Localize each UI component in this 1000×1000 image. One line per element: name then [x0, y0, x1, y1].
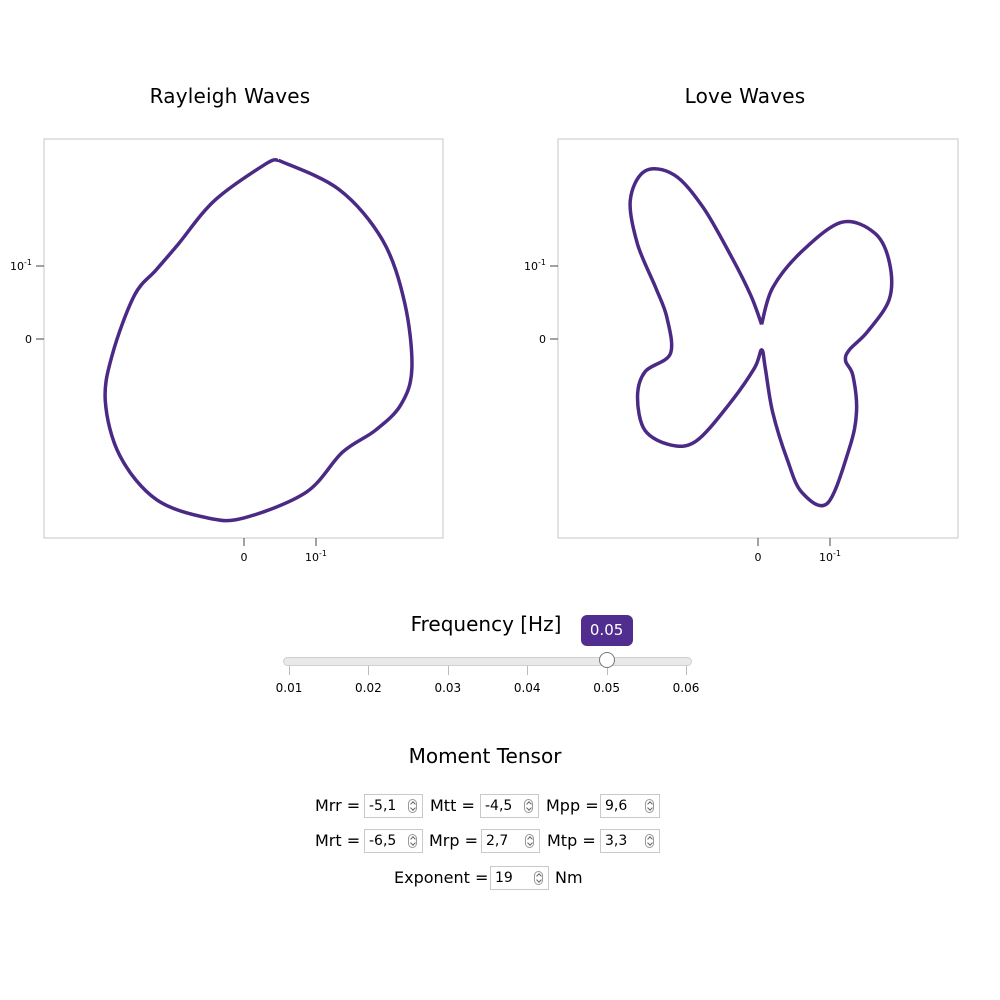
slider-tick-label: 0.02	[355, 681, 382, 695]
mpp-value: 9,6	[605, 798, 628, 814]
frequency-slider-handle[interactable]	[598, 652, 615, 668]
mtp-label: Mtp =	[547, 831, 596, 850]
exponent-value: 19	[495, 870, 513, 886]
love-plot: 10-1 0 0 10-1	[524, 138, 959, 564]
love-x-tick-label: 0	[755, 551, 762, 564]
mtp-value: 3,3	[605, 833, 628, 849]
love-x-tick-label: 10-1	[819, 549, 841, 564]
slider-tick-mark	[527, 666, 529, 675]
mrt-label: Mrt =	[315, 831, 361, 850]
mrp-value: 2,7	[486, 833, 509, 849]
mrp-input[interactable]: 2,7	[481, 829, 540, 853]
mtt-label: Mtt =	[430, 796, 475, 815]
spinner-icon[interactable]	[534, 871, 543, 885]
spinner-icon[interactable]	[408, 834, 417, 848]
exponent-input[interactable]: 19	[490, 866, 549, 890]
slider-tick-mark	[368, 666, 370, 675]
slider-value-badge: 0.05	[580, 615, 633, 646]
frequency-title: Frequency [Hz]	[410, 612, 562, 636]
mrr-input[interactable]: -5,1	[364, 794, 423, 818]
slider-tick-mark	[686, 666, 687, 675]
spinner-icon[interactable]	[645, 834, 654, 848]
moment-tensor-title: Moment Tensor	[408, 744, 562, 768]
spinner-icon[interactable]	[645, 799, 654, 813]
mrt-value: -6,5	[369, 833, 397, 849]
mpp-label: Mpp =	[546, 796, 599, 815]
slider-tick-label: 0.06	[672, 681, 700, 695]
spinner-icon[interactable]	[524, 799, 533, 813]
exponent-unit: Nm	[555, 868, 583, 887]
mrr-label: Mrr =	[315, 796, 361, 815]
slider-tick-mark	[289, 666, 290, 675]
love-series-line	[628, 167, 894, 508]
mrp-label: Mrp =	[429, 831, 479, 850]
love-y-tick-label: 10-1	[524, 258, 546, 273]
spinner-icon[interactable]	[525, 834, 534, 848]
exponent-label: Exponent =	[394, 868, 489, 887]
spinner-icon[interactable]	[408, 799, 417, 813]
mrr-value: -5,1	[369, 798, 397, 814]
mtp-input[interactable]: 3,3	[600, 829, 660, 853]
love-plot-frame	[557, 138, 959, 539]
mtt-value: -4,5	[485, 798, 513, 814]
slider-tick-label: 0.05	[593, 681, 620, 695]
love-y-tick-label: 0	[539, 333, 546, 346]
slider-tick-mark	[447, 666, 449, 675]
slider-tick-label: 0.04	[513, 681, 541, 695]
mrt-input[interactable]: -6,5	[364, 829, 423, 853]
slider-tick-label: 0.03	[434, 681, 462, 695]
frequency-slider-track[interactable]	[283, 657, 692, 666]
mpp-input[interactable]: 9,6	[600, 794, 660, 818]
slider-tick-label: 0.01	[275, 681, 303, 695]
mtt-input[interactable]: -4,5	[480, 794, 539, 818]
